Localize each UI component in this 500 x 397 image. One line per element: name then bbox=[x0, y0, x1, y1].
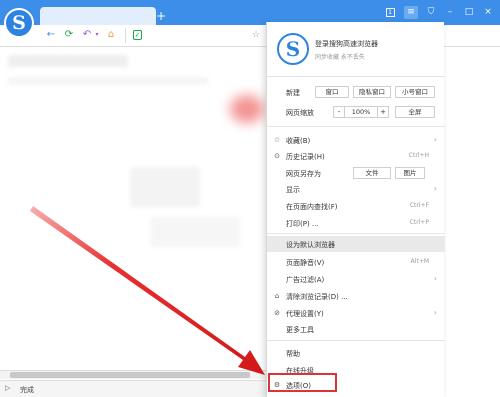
url-input[interactable]: ✓ bbox=[125, 28, 263, 43]
shortcut-label: Ctrl+P bbox=[409, 219, 429, 226]
save-image-button[interactable]: 图片 bbox=[395, 167, 425, 179]
menu-item-favorites[interactable]: ☆ 收藏(B) › bbox=[267, 132, 445, 148]
undo-dropdown-icon[interactable]: ▾ bbox=[91, 29, 103, 41]
menu-item-label: 历史记录(H) bbox=[286, 153, 325, 161]
zoom-row: 网页缩放 - 100% + 全屏 bbox=[267, 104, 445, 120]
new-window-button[interactable]: 窗口 bbox=[315, 86, 349, 98]
zoom-control: - 100% + bbox=[333, 106, 389, 118]
menu-item-set-default[interactable]: 设为默认浏览器 bbox=[267, 236, 445, 252]
chevron-right-icon: › bbox=[433, 274, 437, 283]
avatar[interactable]: S bbox=[277, 33, 309, 65]
skin-icon[interactable]: ⛉ bbox=[424, 6, 438, 19]
new-label: 新建 bbox=[286, 89, 300, 97]
back-icon[interactable]: ← bbox=[45, 29, 57, 41]
favorite-star-icon[interactable]: ☆ bbox=[250, 29, 262, 41]
refresh-icon[interactable]: ⟳ bbox=[63, 29, 75, 41]
zoom-in-button[interactable]: + bbox=[377, 106, 389, 118]
chevron-right-icon: › bbox=[433, 308, 437, 317]
zoom-label: 网页缩放 bbox=[286, 109, 314, 117]
fullscreen-button[interactable]: 全屏 bbox=[395, 106, 435, 118]
menu-item-more-tools[interactable]: 更多工具 bbox=[267, 321, 445, 337]
menu-item-label: 在页面内查找(F) bbox=[286, 203, 338, 211]
menu-item-label: 设为默认浏览器 bbox=[286, 241, 335, 249]
clock-icon: ⊙ bbox=[274, 152, 280, 160]
account-section[interactable]: S 登录搜狗高速浏览器 同步收藏 永不丢失 bbox=[267, 22, 445, 74]
menu-item-help[interactable]: 帮助 bbox=[267, 345, 445, 361]
broom-icon: ⌂ bbox=[274, 292, 280, 300]
scrollbar-thumb[interactable] bbox=[10, 372, 250, 378]
home-icon[interactable]: ⌂ bbox=[105, 29, 117, 41]
login-title[interactable]: 登录搜狗高速浏览器 bbox=[315, 39, 378, 49]
star-icon: ☆ bbox=[273, 136, 281, 144]
web-page-content bbox=[0, 47, 266, 372]
zoom-out-button[interactable]: - bbox=[333, 106, 345, 118]
browser-tab[interactable] bbox=[40, 7, 156, 25]
options-highlight-box bbox=[268, 373, 337, 392]
chevron-right-icon: › bbox=[433, 184, 437, 193]
save-file-button[interactable]: 文件 bbox=[353, 167, 391, 179]
new-row: 新建 窗口 隐私窗口 小号窗口 bbox=[267, 84, 445, 100]
close-button[interactable]: × bbox=[481, 6, 495, 19]
status-text: 完成 bbox=[20, 386, 34, 394]
play-icon[interactable]: ▷ bbox=[5, 384, 10, 392]
menu-item-clear-history[interactable]: ⌂ 清除浏览记录(D) ... bbox=[267, 288, 445, 304]
new-tab-button[interactable]: + bbox=[156, 10, 170, 22]
save-as-label: 网页另存为 bbox=[286, 170, 321, 178]
maximize-button[interactable]: □ bbox=[462, 6, 476, 19]
menu-item-display[interactable]: 显示 › bbox=[267, 181, 445, 197]
menu-item-find[interactable]: 在页面内查找(F) Ctrl+F bbox=[267, 198, 445, 214]
menu-item-mute[interactable]: 页面静音(V) Alt+M bbox=[267, 254, 445, 270]
menu-item-label: 页面静音(V) bbox=[286, 259, 325, 267]
menu-item-label: 更多工具 bbox=[286, 326, 314, 334]
mini-window-button[interactable]: 小号窗口 bbox=[395, 86, 435, 98]
security-shield-icon: ✓ bbox=[133, 30, 142, 40]
minimize-button[interactable]: – bbox=[443, 6, 457, 19]
menu-item-label: 代理设置(Y) bbox=[286, 310, 324, 318]
private-window-button[interactable]: 隐私窗口 bbox=[353, 86, 391, 98]
menu-icon[interactable]: ≡ bbox=[404, 6, 418, 19]
login-subtitle: 同步收藏 永不丢失 bbox=[315, 54, 365, 61]
save-as-row: 网页另存为 文件 图片 bbox=[267, 165, 445, 181]
menu-item-label: 收藏(B) bbox=[286, 137, 311, 145]
browser-logo: S bbox=[4, 8, 34, 38]
menu-item-label: 打印(P) ... bbox=[286, 220, 319, 228]
menu-item-label: 帮助 bbox=[286, 350, 300, 358]
menu-item-history[interactable]: ⊙ 历史记录(H) Ctrl+H bbox=[267, 148, 445, 164]
menu-item-adblock[interactable]: 广告过滤(A) › bbox=[267, 271, 445, 287]
zoom-value: 100% bbox=[345, 106, 377, 118]
shortcut-label: Ctrl+F bbox=[409, 202, 429, 209]
proxy-icon: ⊘ bbox=[274, 309, 280, 317]
menu-item-label: 广告过滤(A) bbox=[286, 276, 325, 284]
main-menu: S 登录搜狗高速浏览器 同步收藏 永不丢失 新建 窗口 隐私窗口 小号窗口 网页… bbox=[266, 22, 445, 397]
menu-item-proxy[interactable]: ⊘ 代理设置(Y) › bbox=[267, 305, 445, 321]
status-bar: ▷ 完成 bbox=[0, 380, 266, 397]
shortcut-label: Alt+M bbox=[410, 258, 429, 265]
tab-count-icon[interactable]: 1 bbox=[383, 6, 397, 19]
menu-item-print[interactable]: 打印(P) ... Ctrl+P bbox=[267, 215, 445, 231]
menu-item-label: 清除浏览记录(D) ... bbox=[286, 293, 348, 301]
horizontal-scrollbar[interactable] bbox=[0, 370, 266, 379]
chevron-right-icon: › bbox=[433, 135, 437, 144]
menu-item-label: 显示 bbox=[286, 186, 300, 194]
shortcut-label: Ctrl+H bbox=[408, 152, 429, 159]
